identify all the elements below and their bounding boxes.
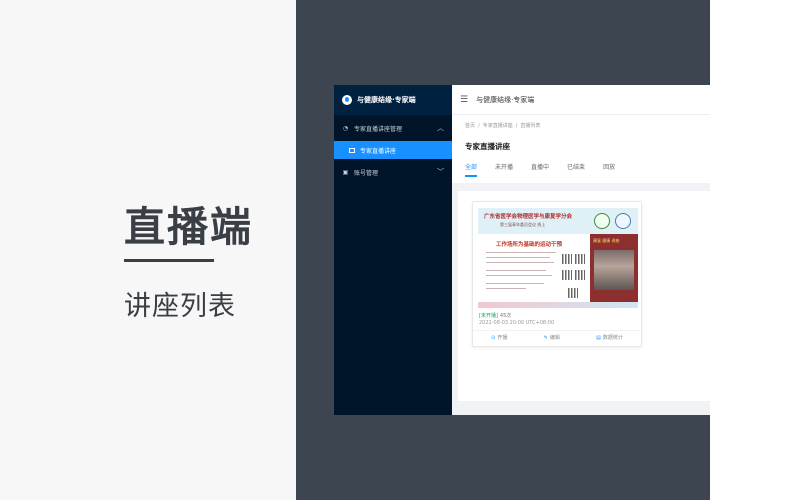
breadcrumb-separator: / <box>515 123 518 129</box>
tab-live[interactable]: 直播中 <box>531 162 549 177</box>
qr-code-icon <box>575 270 585 280</box>
card-actions: ⊙ 开播 ✎ 编辑 ▤ 数据统计 <box>473 330 641 344</box>
poster-text-line <box>486 288 526 290</box>
poster-text-line <box>486 275 552 277</box>
chevron-up-icon: ︿ <box>437 124 444 132</box>
topbar: ☰ 与健康结缘·专家端 <box>452 85 710 115</box>
account-icon: ▣ <box>342 168 349 176</box>
speaker-caption: 康复 健康 讲座 <box>593 238 620 243</box>
breadcrumb-current: 直播列表 <box>520 123 541 129</box>
sidebar-group-label: 账号管理 <box>354 169 379 177</box>
sidebar-item-label: 专家直播讲座 <box>360 147 397 155</box>
stats-button[interactable]: ▤ 数据统计 <box>596 334 623 341</box>
brand-name: 与健康结缘·专家端 <box>357 96 416 104</box>
monitor-icon <box>349 147 355 153</box>
poster-header: 广东省医学会物理医学与康复学分会 第三届青年委员会议 线上 <box>478 208 638 234</box>
sidebar-item-live-lectures[interactable]: 专家直播讲座 <box>334 141 452 159</box>
logo-icon <box>342 95 352 105</box>
caption-panel: 直播端 讲座列表 <box>0 0 296 500</box>
page-header: 首页 / 专家直播讲座 / 直播列表 专家直播讲座 全部 未开播 直播中 已结束 回放 <box>452 115 710 183</box>
action-label: 开播 <box>497 335 508 341</box>
sidebar-brand[interactable]: 与健康结缘·专家端 <box>334 85 452 115</box>
status-badge: [未开播] <box>479 313 498 319</box>
main-area: ☰ 与健康结缘·专家端 首页 / 专家直播讲座 / 直播列表 专家直播讲座 全部 未开播… <box>452 85 710 415</box>
tab-ended[interactable]: 已结束 <box>567 162 585 177</box>
breadcrumb: 首页 / 专家直播讲座 / 直播列表 <box>465 122 697 132</box>
poster-text-line <box>486 252 556 254</box>
speaker-photo <box>594 250 634 290</box>
sidebar: 与健康结缘·专家端 ◔ 专家直播讲座管理 ︿ 专家直播讲座 ▣ 账号管理 ﹀ <box>334 85 452 415</box>
tab-all[interactable]: 全部 <box>465 162 478 177</box>
poster-footer-band <box>478 302 638 308</box>
breadcrumb-separator: / <box>478 123 480 129</box>
poster-text-line <box>486 262 554 264</box>
action-label: 编辑 <box>549 335 560 341</box>
start-live-button[interactable]: ⊙ 开播 <box>491 334 507 341</box>
poster-subheading: 第三届青年委员会议 线上 <box>500 222 546 227</box>
lecture-time: 2022-08-03 20:00 UTC+08:00 <box>479 320 555 326</box>
right-margin <box>710 0 800 500</box>
hamburger-icon[interactable]: ☰ <box>460 95 468 105</box>
poster-text-line <box>486 270 546 272</box>
stats-icon: ▤ <box>596 335 601 341</box>
caption-subtitle: 讲座列表 <box>124 291 236 322</box>
qr-code-icon <box>575 254 585 264</box>
caption-title: 直播端 <box>124 203 253 251</box>
poster-topic: 工作场所为基础的运动干预 <box>496 242 563 248</box>
breadcrumb-home[interactable]: 首页 <box>465 123 475 129</box>
lecture-poster[interactable]: 广东省医学会物理医学与康复学分会 第三届青年委员会议 线上 工作场所为基础的运动… <box>478 208 638 308</box>
status-tabs: 全部 未开播 直播中 已结束 回放 <box>465 162 697 177</box>
poster-text-line <box>486 257 550 259</box>
live-icon: ◔ <box>342 124 349 132</box>
chevron-down-icon: ﹀ <box>437 168 444 176</box>
society-seal-icon <box>594 213 610 229</box>
lecture-list: 广东省医学会物理医学与康复学分会 第三届青年委员会议 线上 工作场所为基础的运动… <box>458 191 710 401</box>
qr-code-icon <box>562 254 572 264</box>
app-window: 与健康结缘·专家端 ◔ 专家直播讲座管理 ︿ 专家直播讲座 ▣ 账号管理 ﹀ ☰… <box>334 85 710 415</box>
caption-divider <box>124 259 214 262</box>
tab-not-started[interactable]: 未开播 <box>495 162 513 177</box>
sidebar-group-label: 专家直播讲座管理 <box>354 125 403 133</box>
qr-code-icon <box>568 288 578 298</box>
page-title: 专家直播讲座 <box>465 142 510 151</box>
breadcrumb-section[interactable]: 专家直播讲座 <box>483 123 513 129</box>
play-icon: ⊙ <box>491 335 496 341</box>
edit-icon: ✎ <box>543 335 548 341</box>
speaker-panel: 康复 健康 讲座 <box>590 234 638 308</box>
lecture-card[interactable]: 广东省医学会物理医学与康复学分会 第三届青年委员会议 线上 工作场所为基础的运动… <box>472 201 642 347</box>
poster-text-line <box>486 283 544 285</box>
qr-code-icon <box>562 270 572 280</box>
tab-replay[interactable]: 回放 <box>603 162 615 177</box>
lecture-status-row: [未开播] 45次 <box>479 312 511 319</box>
sidebar-group-account[interactable]: ▣ 账号管理 ﹀ <box>334 159 452 185</box>
action-label: 数据统计 <box>602 335 623 341</box>
sidebar-group-live[interactable]: ◔ 专家直播讲座管理 ︿ <box>334 115 452 141</box>
poster-heading: 广东省医学会物理医学与康复学分会 <box>484 214 573 220</box>
view-count: 45次 <box>499 313 512 319</box>
edit-button[interactable]: ✎ 编辑 <box>544 334 560 341</box>
topbar-title: 与健康结缘·专家端 <box>476 95 535 104</box>
poster-body: 工作场所为基础的运动干预 <box>478 234 590 308</box>
partner-seal-icon <box>615 213 631 229</box>
